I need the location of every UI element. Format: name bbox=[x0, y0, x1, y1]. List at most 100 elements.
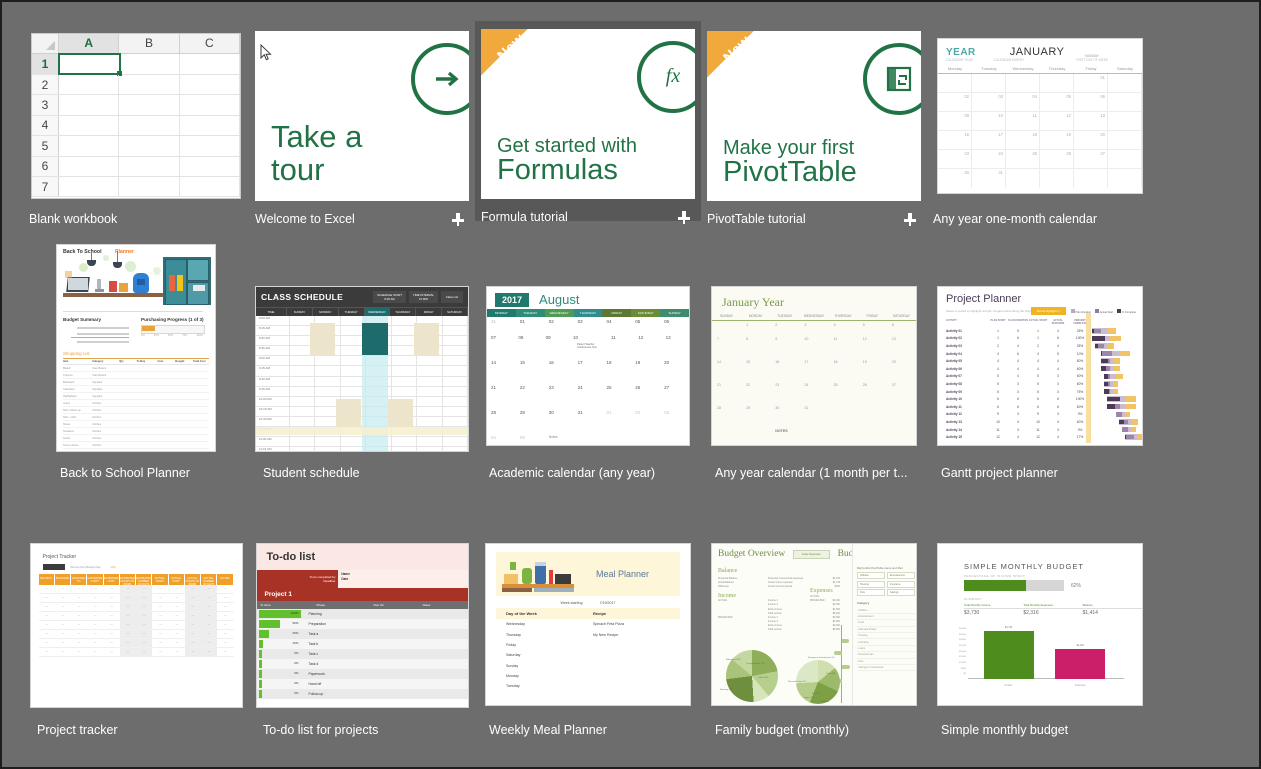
recipe-value[interactable]: My New Recipe bbox=[593, 633, 680, 637]
todo-field-value[interactable]: Date bbox=[341, 577, 467, 582]
slicer-list[interactable]: Children Entertainment Housing Insurance Pet… bbox=[853, 572, 916, 596]
tracker-title: Project Tracker bbox=[42, 554, 77, 560]
slicer-item[interactable]: Entertainment bbox=[887, 572, 915, 579]
day-cell: 11 bbox=[1006, 111, 1040, 131]
pin-icon[interactable] bbox=[451, 212, 465, 226]
slicer-item[interactable]: Insurance bbox=[887, 580, 915, 588]
recipe-value[interactable]: Spinach Feta Pizza bbox=[593, 622, 680, 626]
template-tile-project-tracker[interactable]: Project Tracker Percent Over Budget Flag… bbox=[23, 537, 249, 737]
template-tile-family-budget[interactable]: Budget Overview Enter Expenses Budget Su… bbox=[701, 537, 927, 737]
schedule-cell bbox=[417, 356, 443, 366]
template-tile-any-year-one-month-calendar[interactable]: YEAR CALENDAR YEAR JANUARY CALENDAR MONT… bbox=[927, 23, 1153, 226]
gantt-value: 12 bbox=[996, 435, 1000, 440]
table-cell bbox=[190, 416, 209, 419]
table-cell: Jeans bbox=[63, 401, 70, 405]
template-tile-any-year-calendar[interactable]: January Year SUNDAY MONDAY TUESDAY WEDNE… bbox=[701, 280, 927, 480]
slicer-item[interactable]: Pets bbox=[857, 589, 885, 596]
period-highlight-control[interactable]: Period Highlight: 1 bbox=[1030, 307, 1066, 315]
gantt-value: 4 bbox=[997, 366, 999, 371]
recipe-value[interactable] bbox=[593, 664, 680, 668]
gantt-value: 2 bbox=[1037, 343, 1039, 348]
template-caption: Welcome to Excel bbox=[255, 202, 469, 227]
weekday-thursday: THURSDAY bbox=[834, 314, 852, 318]
thumbnail: Back To School Planner Budget Summary Pu… bbox=[29, 244, 243, 456]
table-cell bbox=[112, 444, 131, 447]
table-cell: — bbox=[224, 605, 227, 608]
percent-label: 25% bbox=[292, 631, 299, 635]
percent-complete-bar bbox=[1119, 419, 1125, 425]
tracker-filter-label: Percent Over Budget Flag bbox=[70, 565, 101, 569]
template-name: Simple monthly budget bbox=[941, 723, 1069, 737]
gantt-value: 3 bbox=[1017, 427, 1019, 432]
day-cell: 11 bbox=[610, 335, 616, 340]
table-cell: Bleach bbox=[63, 366, 71, 370]
calendar-header: 2017 August bbox=[487, 287, 689, 309]
template-tile-student-schedule[interactable]: CLASS SCHEDULE SCHEDULE START 8:00 AM TI… bbox=[249, 280, 475, 480]
progress-fill bbox=[258, 680, 262, 688]
slicer-item[interactable]: Housing bbox=[857, 580, 885, 588]
progress-cell: 0% bbox=[257, 650, 305, 658]
recipe-value[interactable] bbox=[593, 653, 680, 657]
recipe-value[interactable] bbox=[593, 643, 680, 647]
hero-line-1: Get started with bbox=[497, 134, 638, 157]
percent-complete-bar bbox=[1092, 336, 1105, 341]
calendar-week-row: 09 10 11 12 13 bbox=[938, 111, 1142, 132]
schedule-title: CLASS SCHEDULE bbox=[261, 292, 344, 302]
cell-c5 bbox=[180, 136, 240, 156]
template-tile-todo-list[interactable]: To-do list To be completed by Deadline N… bbox=[249, 537, 475, 737]
template-tile-academic-calendar[interactable]: 2017 August MONDAY TUESDAY WEDNESDAY THU… bbox=[475, 280, 701, 480]
phase-label: Hand off bbox=[308, 682, 322, 686]
tracker-rows: — — — — — — — — — — — — — — — — — — — — — — — — — — — — — — — — — — — — — — — —… bbox=[38, 585, 234, 657]
day-cell: 22 bbox=[746, 383, 751, 387]
calendar-week-row: 14 15 16 17 18 19 20 bbox=[487, 358, 689, 383]
template-name: Blank workbook bbox=[29, 212, 118, 226]
template-tile-formula-tutorial[interactable]: New fx Get started with Formulas Formula… bbox=[475, 21, 701, 224]
gantt-value: 5 bbox=[1037, 389, 1039, 394]
pin-icon[interactable] bbox=[677, 210, 691, 224]
recipe-value[interactable] bbox=[593, 684, 680, 688]
table-cell: Socks bbox=[63, 436, 71, 440]
day-cell bbox=[1108, 111, 1142, 131]
time-cell: 11:00 AM bbox=[256, 437, 290, 447]
table-row: — — — — — — — — — — — — bbox=[38, 621, 234, 630]
template-tile-pivottable-tutorial[interactable]: New Make your first PivotTable PivotTabl… bbox=[701, 23, 927, 226]
recipe-value[interactable] bbox=[593, 674, 680, 678]
calendar-week-row: NOTES bbox=[712, 427, 916, 441]
table-cell: Shirt, t-shirt bbox=[63, 415, 77, 419]
schedule-cell bbox=[290, 366, 316, 376]
slicer-item[interactable]: Children bbox=[857, 572, 885, 579]
table-cell: — bbox=[110, 632, 113, 635]
calendar-month: JANUARY bbox=[1009, 45, 1065, 58]
template-tile-weekly-meal-planner[interactable]: Meal Planner Week starting 7/19/2017 Day… bbox=[475, 537, 701, 737]
pin-icon[interactable] bbox=[903, 212, 917, 226]
gantt-value: 4 bbox=[1057, 435, 1059, 440]
table-cell bbox=[170, 374, 189, 377]
day-cell bbox=[1040, 73, 1074, 92]
table-cell bbox=[151, 409, 170, 412]
template-tile-back-to-school-planner[interactable]: Back To School Planner Budget Summary Pu… bbox=[23, 238, 249, 481]
template-caption: Back to School Planner bbox=[29, 456, 243, 481]
progress-tick: 50% bbox=[167, 334, 174, 337]
enter-expenses-button[interactable]: Enter Expenses bbox=[793, 549, 830, 559]
welcome-hero: Take a tour bbox=[255, 30, 469, 201]
tracker-slicer[interactable] bbox=[42, 564, 65, 570]
day-cell: 31 bbox=[577, 410, 583, 415]
table-cell: Calculator bbox=[63, 387, 75, 391]
table-cell bbox=[151, 388, 170, 391]
table-cell bbox=[112, 437, 131, 440]
week-value[interactable]: 7/19/2017 bbox=[599, 601, 615, 605]
template-tile-gantt-project-planner[interactable]: Project Planner Select a period to highl… bbox=[927, 280, 1153, 480]
template-tile-blank-workbook[interactable]: A B C 1 2 3 4 5 6 7 Blank workbook bbox=[23, 23, 249, 226]
class-list-button[interactable]: Class List bbox=[440, 290, 463, 304]
hero-line-1: Make your first bbox=[723, 136, 855, 159]
slicer-item[interactable]: Savings bbox=[887, 589, 915, 596]
day-cell: 16 bbox=[548, 360, 554, 365]
calendar-week-row: 02 03 04 05 06 bbox=[938, 92, 1142, 112]
calendar-week-row: 16 17 18 19 20 bbox=[938, 131, 1142, 151]
calendar-week-row: 31 01 02 03 04 05 06 bbox=[487, 317, 689, 333]
template-tile-welcome-to-excel[interactable]: Take a tour Welcome to Excel bbox=[249, 23, 475, 226]
student-schedule-preview: CLASS SCHEDULE SCHEDULE START 8:00 AM TI… bbox=[255, 286, 469, 452]
template-tile-simple-monthly-budget[interactable]: SIMPLE MONTHLY BUDGET PERCENTAGE OF INCO… bbox=[927, 537, 1153, 737]
gantt-value: 6 bbox=[1037, 397, 1039, 402]
table-cell: — bbox=[175, 587, 178, 590]
